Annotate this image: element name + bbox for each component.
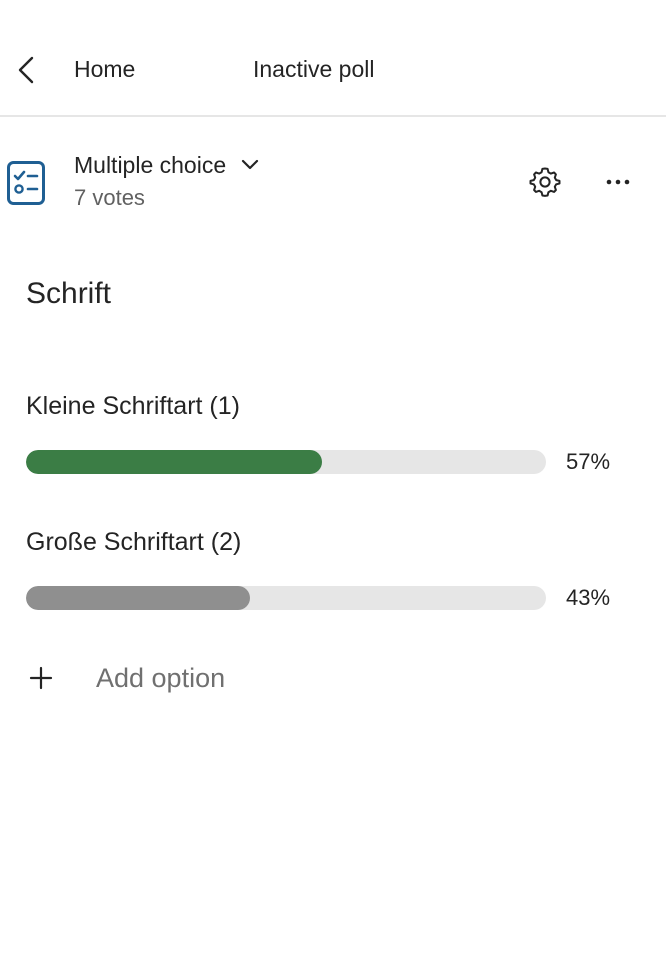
- gear-icon: [529, 167, 561, 197]
- more-options-button[interactable]: [600, 165, 636, 199]
- back-button[interactable]: [14, 50, 40, 90]
- more-horizontal-icon: [606, 179, 630, 185]
- checklist-icon: [6, 160, 46, 206]
- settings-button[interactable]: [528, 165, 562, 199]
- votes-count: 7 votes: [74, 185, 145, 210]
- chevron-down-icon: [242, 159, 259, 170]
- header: Home Inactive poll: [0, 0, 666, 117]
- option-label: Kleine Schriftart (1): [26, 392, 240, 420]
- home-link[interactable]: Home: [74, 52, 135, 86]
- option-result-fill: [26, 586, 250, 610]
- chevron-left-icon: [18, 56, 34, 84]
- poll-question: Schrift: [26, 277, 112, 310]
- page-title: Inactive poll: [253, 56, 375, 82]
- option-result-bar: [26, 586, 546, 610]
- option-percent: 57%: [566, 449, 611, 474]
- option-percent: 43%: [566, 585, 611, 610]
- option-result-bar: [26, 450, 546, 474]
- poll-type-dropdown[interactable]: Multiple choice: [74, 148, 260, 182]
- add-option-label: Add option: [96, 663, 226, 693]
- add-option-button[interactable]: Add option: [28, 660, 225, 696]
- poll-type-label: Multiple choice: [74, 152, 227, 178]
- option-result-fill: [26, 450, 323, 474]
- option-label: Große Schriftart (2): [26, 528, 242, 556]
- plus-icon: [29, 666, 53, 690]
